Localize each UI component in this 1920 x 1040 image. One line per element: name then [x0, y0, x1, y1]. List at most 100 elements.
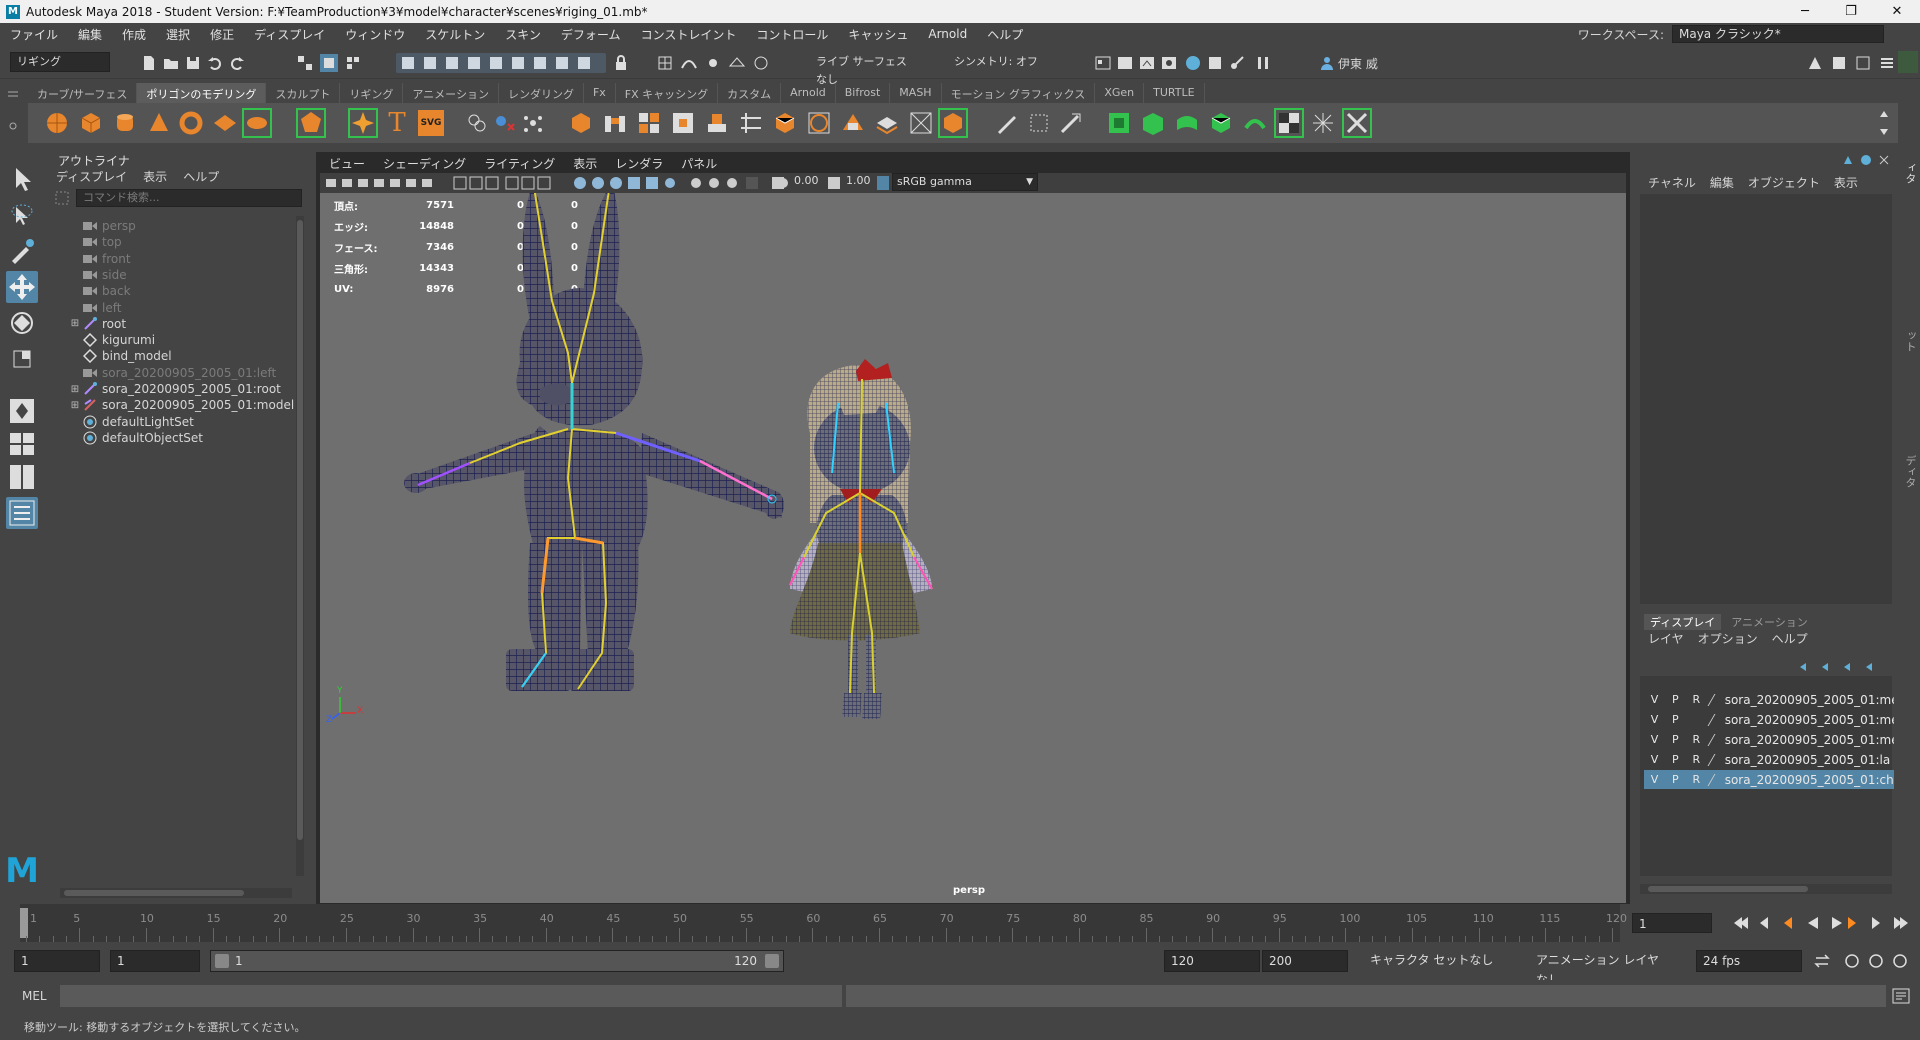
snap-curve-icon[interactable] [680, 54, 698, 72]
expand-icon[interactable]: ⊞ [68, 400, 82, 411]
shelf-tab-4[interactable]: アニメーション [403, 83, 499, 103]
shelf-tab-5[interactable]: レンダリング [499, 83, 584, 103]
select-tool-icon[interactable] [6, 163, 38, 195]
layer-tab-1[interactable]: アニメーション [1725, 614, 1814, 630]
render-frame-icon[interactable] [1116, 54, 1134, 72]
reduce-icon[interactable] [1026, 110, 1052, 136]
shelf-tab-13[interactable]: XGen [1095, 83, 1145, 103]
filter-icon[interactable] [54, 190, 70, 206]
menu-item-0[interactable]: ファイル [0, 26, 68, 43]
bevel-edge-icon[interactable] [772, 110, 798, 136]
shading-mode-icons[interactable] [572, 175, 762, 191]
layer-menu-0[interactable]: レイヤ [1648, 630, 1684, 647]
perspective-viewport[interactable]: 頂点: 7571 0 0 エッジ: 14848 0 0 フェース: 7346 0 0 三角形: 14343… [320, 193, 1626, 903]
shelf-tab-10[interactable]: Bifrost [836, 83, 891, 103]
menu-item-12[interactable]: キャッシュ [838, 26, 918, 43]
layer-color-swatch[interactable] [1707, 713, 1725, 726]
layer-tab-0[interactable]: ディスプレイ [1644, 614, 1722, 630]
bridge-icon[interactable] [602, 110, 628, 136]
sidebar-lock-icon[interactable] [1898, 51, 1918, 73]
view-transform-dropdown[interactable]: sRGB gamma ▼ [892, 173, 1038, 191]
poke-icon[interactable] [806, 110, 832, 136]
symmetry-dropdown[interactable]: シンメトリ: オフ [948, 53, 1048, 73]
menu-item-4[interactable]: 修正 [200, 26, 244, 43]
new-scene-icon[interactable] [140, 54, 158, 72]
workspace-dropdown[interactable]: Maya クラシック* [1672, 25, 1884, 43]
menu-item-2[interactable]: 作成 [112, 26, 156, 43]
layer-p-toggle[interactable]: P [1665, 773, 1686, 786]
viewport-menu-2[interactable]: ライティング [475, 155, 564, 172]
channel-box-menu-1[interactable]: 編集 [1710, 174, 1734, 191]
checker-map-icon[interactable] [1274, 108, 1304, 138]
quad-draw-icon[interactable] [938, 108, 968, 138]
channel-box-header-icons[interactable] [1840, 152, 1896, 168]
shelf-scroll-icon[interactable] [1878, 105, 1890, 141]
exposure-field[interactable]: 0.00 [790, 173, 824, 191]
layer-r-toggle[interactable]: R [1686, 753, 1707, 766]
super-shape-icon[interactable] [348, 108, 378, 138]
user-account[interactable]: 伊東 威 [1320, 53, 1440, 73]
selection-mask-group[interactable] [396, 53, 606, 73]
menu-item-7[interactable]: スケルトン [415, 26, 495, 43]
current-time-marker[interactable] [20, 908, 28, 938]
range-start-handle[interactable] [215, 954, 229, 968]
shelf-tab-14[interactable]: TURTLE [1144, 83, 1205, 103]
outliner-menu-0[interactable]: ディスプレイ [56, 168, 127, 185]
attribute-editor-toggle-icon[interactable] [1830, 54, 1848, 72]
anim-layer-dropdown[interactable]: アニメーション レイヤなし [1530, 950, 1676, 987]
maximize-button[interactable]: ❐ [1828, 0, 1874, 23]
shelf-options-handle[interactable] [6, 82, 20, 142]
bevel-icon[interactable] [568, 110, 594, 136]
shelf-tab-9[interactable]: Arnold [781, 83, 836, 103]
viewport-menu-1[interactable]: シェーディング [374, 155, 475, 172]
render-settings-icon[interactable] [1160, 54, 1178, 72]
redo-icon[interactable] [228, 54, 246, 72]
modeling-toolkit-toggle-icon[interactable] [1806, 54, 1824, 72]
tool-settings-toggle-icon[interactable] [1854, 54, 1872, 72]
viewport-menu-0[interactable]: ビュー [320, 155, 374, 172]
snap-live-icon[interactable] [752, 54, 770, 72]
layer-color-swatch[interactable] [1707, 693, 1725, 706]
channel-box-menu-2[interactable]: オブジェクト [1748, 174, 1820, 191]
menu-item-13[interactable]: Arnold [918, 27, 977, 41]
live-surface-dropdown[interactable]: ライブ サーフェスなし [810, 53, 916, 86]
outliner-horizontal-scrollbar[interactable] [60, 888, 292, 898]
snap-point-icon[interactable] [704, 54, 722, 72]
character-set-dropdown[interactable]: キャラクタ セットなし [1364, 950, 1500, 972]
time-slider[interactable]: 1 5 10 15 20 25 30 35 40 45 50 55 60 65 70 75 80 85 90 95 10… [20, 904, 1627, 942]
layer-v-toggle[interactable]: V [1644, 713, 1665, 726]
poly-cone-icon[interactable] [146, 110, 172, 136]
expand-icon[interactable]: ⊞ [68, 384, 82, 395]
select-by-component-icon[interactable] [344, 54, 362, 72]
scale-tool-icon[interactable] [6, 343, 38, 375]
uv-editor-icon[interactable] [1106, 110, 1132, 136]
menu-item-8[interactable]: スキン [495, 26, 551, 43]
playback-start-field[interactable]: 1 [110, 950, 200, 972]
outliner-search-input[interactable]: コマンド検索... [76, 189, 302, 207]
layer-p-toggle[interactable]: P [1665, 753, 1686, 766]
menu-item-11[interactable]: コントロール [746, 26, 838, 43]
single-perspective-layout-icon[interactable] [6, 395, 38, 427]
planar-map-icon[interactable] [1140, 110, 1166, 136]
cut-uv-icon[interactable] [1310, 110, 1336, 136]
poly-torus-icon[interactable] [178, 110, 204, 136]
fill-hole-icon[interactable] [670, 110, 696, 136]
shelf-tab-3[interactable]: リギング [340, 83, 404, 103]
arnold-render-icon[interactable] [1206, 54, 1224, 72]
ipr-render-icon[interactable] [1138, 54, 1156, 72]
arnold-ipr-icon[interactable] [1228, 54, 1246, 72]
color-management-icon[interactable] [876, 175, 890, 191]
range-slider[interactable]: 1 120 [210, 950, 784, 972]
anim-start-field[interactable]: 1 [14, 950, 100, 972]
sew-uv-icon[interactable] [1342, 108, 1372, 138]
side-tab-attribute-editor[interactable]: アトリビュート エディタ [1902, 455, 1920, 555]
hypershade-icon[interactable] [1184, 54, 1202, 72]
poly-type-icon[interactable]: T [384, 110, 410, 136]
channel-box-toggle-icon[interactable] [1878, 54, 1896, 72]
outliner-vertical-scrollbar[interactable] [296, 216, 304, 876]
lock-selection-icon[interactable] [612, 54, 630, 72]
range-end-handle[interactable] [765, 954, 779, 968]
shelf-tab-0[interactable]: カーブ/サーフェス [28, 83, 138, 103]
merge-icon[interactable] [874, 110, 900, 136]
poly-cylinder-icon[interactable] [112, 110, 138, 136]
